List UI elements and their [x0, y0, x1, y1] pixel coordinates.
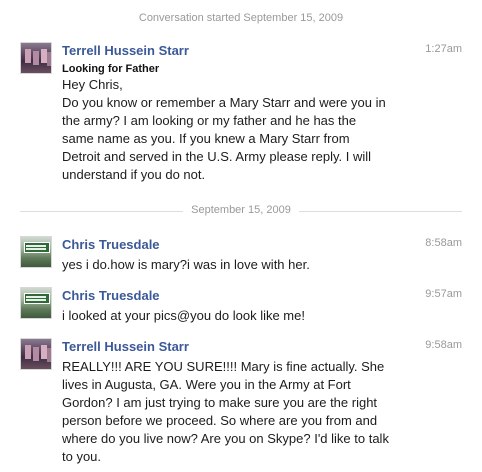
message-line: the army? I am looking or my father and … [62, 113, 357, 128]
message-line: lives in Augusta, GA. Were you in the Ar… [62, 377, 351, 392]
message-line: person before we proceed. So where are y… [62, 413, 378, 428]
sender-avatar[interactable] [20, 236, 52, 268]
message-timestamp: 9:57am [425, 288, 462, 300]
message-timestamp: 9:58am [425, 339, 462, 351]
message-body: REALLY!!! ARE YOU SURE!!!! Mary is fine … [62, 358, 442, 466]
message-subject: Looking for Father [62, 63, 160, 75]
message-body: Looking for Father Hey Chris, Do you kno… [62, 62, 442, 184]
message-body: yes i do.how is mary?i was in love with … [62, 256, 442, 274]
conversation-started-label: Conversation started September 15, 2009 [138, 12, 344, 24]
date-divider-label-wrap: September 15, 2009 [20, 204, 462, 216]
message-line: understand if you do not. [62, 167, 206, 182]
message-line: Gordon? I am just trying to make sure yo… [62, 395, 378, 410]
message-timestamp: 1:27am [425, 43, 462, 55]
message-line: same name as you. If you knew a Mary Sta… [62, 131, 350, 146]
message-timestamp: 8:58am [425, 237, 462, 249]
sender-avatar[interactable] [20, 287, 52, 319]
message-line: Detroit and served in the U.S. Army plea… [62, 149, 371, 164]
message-line: i looked at your pics@you do look like m… [62, 308, 305, 323]
sender-avatar[interactable] [20, 42, 52, 74]
message-line: Hey Chris, [62, 77, 123, 92]
sender-name-link[interactable]: Chris Truesdale [62, 288, 160, 303]
date-divider-label: September 15, 2009 [183, 204, 299, 216]
sender-name-link[interactable]: Chris Truesdale [62, 237, 160, 252]
message-line: to you. [62, 449, 102, 464]
sender-name-link[interactable]: Terrell Hussein Starr [62, 43, 189, 58]
message-body: i looked at your pics@you do look like m… [62, 307, 442, 325]
message-line: yes i do.how is mary?i was in love with … [62, 257, 310, 272]
message-line: Do you know or remember a Mary Starr and… [62, 95, 386, 110]
date-divider: September 15, 2009 [20, 204, 462, 218]
sender-avatar[interactable] [20, 338, 52, 370]
sender-name-link[interactable]: Terrell Hussein Starr [62, 339, 189, 354]
message-line: where do you live now? Are you on Skype?… [62, 431, 389, 446]
message-line: REALLY!!! ARE YOU SURE!!!! Mary is fine … [62, 359, 385, 374]
